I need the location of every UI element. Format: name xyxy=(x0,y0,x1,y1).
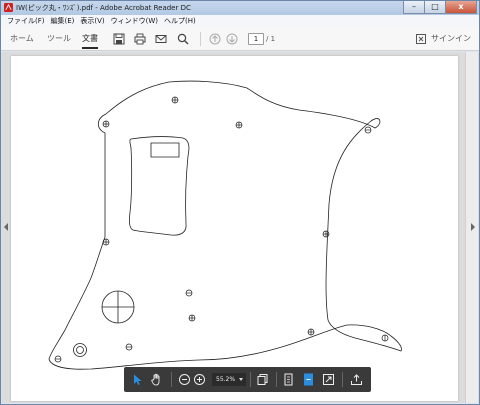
pickguard-drawing xyxy=(48,80,402,370)
document-view[interactable] xyxy=(1,52,479,403)
window-controls: – □ x xyxy=(403,1,477,14)
next-page-icon[interactable] xyxy=(226,33,238,45)
copy-pages-icon[interactable] xyxy=(256,373,269,386)
tab-tools[interactable]: ツール xyxy=(47,27,71,51)
menu-view[interactable]: 表示(V) xyxy=(77,15,107,27)
zoom-in-icon[interactable] xyxy=(193,373,206,386)
hand-tool-icon[interactable] xyxy=(150,373,163,386)
floating-toolbar-separator xyxy=(171,372,172,387)
close-panel-icon[interactable] xyxy=(415,33,427,45)
acrobat-app-icon xyxy=(4,3,13,12)
fit-page-icon[interactable] xyxy=(282,373,295,386)
left-pane-toggle-icon[interactable] xyxy=(3,222,9,232)
menu-help[interactable]: ヘルプ(H) xyxy=(161,15,199,27)
maximize-button[interactable]: □ xyxy=(424,1,446,14)
title-bar[interactable]: IW(ピック丸・ﾜﾝｽﾞ).pdf - Adobe Acrobat Reader… xyxy=(1,1,479,15)
main-toolbar: ホーム ツール 文書 1 / 1 サインイン xyxy=(1,27,479,51)
zoom-out-icon[interactable] xyxy=(178,373,191,386)
floating-toolbar-separator xyxy=(276,372,277,387)
close-button[interactable]: x xyxy=(445,1,477,14)
sign-in-link[interactable]: サインイン xyxy=(431,27,471,51)
floating-toolbar-separator xyxy=(342,372,343,387)
page-number-input[interactable]: 1 xyxy=(248,33,264,45)
menu-window[interactable]: ウィンドウ(W) xyxy=(108,15,161,27)
fit-width-icon[interactable] xyxy=(302,373,315,386)
minimize-button[interactable]: – xyxy=(403,1,425,14)
menu-file[interactable]: ファイル(F) xyxy=(4,15,48,27)
email-icon[interactable] xyxy=(155,33,167,45)
previous-page-icon[interactable] xyxy=(209,33,221,45)
select-tool-icon[interactable] xyxy=(131,373,144,386)
tab-home[interactable]: ホーム xyxy=(10,27,34,51)
pdf-page xyxy=(11,56,458,401)
page-total: / 1 xyxy=(266,35,276,43)
right-pane-toggle-icon[interactable] xyxy=(470,222,476,232)
acrobat-window: IW(ピック丸・ﾜﾝｽﾞ).pdf - Adobe Acrobat Reader… xyxy=(0,0,480,405)
print-icon[interactable] xyxy=(134,33,146,45)
menu-bar: ファイル(F) 編集(E) 表示(V) ウィンドウ(W) ヘルプ(H) xyxy=(1,15,479,27)
search-icon[interactable] xyxy=(177,33,189,45)
save-icon[interactable] xyxy=(113,33,125,45)
window-title: IW(ピック丸・ﾜﾝｽﾞ).pdf - Adobe Acrobat Reader… xyxy=(16,4,191,12)
floating-toolbar-separator xyxy=(250,372,251,387)
toolbar-separator xyxy=(200,32,201,46)
tab-document[interactable]: 文書 xyxy=(82,27,98,51)
zoom-dropdown-caret[interactable] xyxy=(239,378,243,381)
share-upload-icon[interactable] xyxy=(350,373,363,386)
floating-page-toolbar: 55.2% xyxy=(124,367,371,392)
menu-edit[interactable]: 編集(E) xyxy=(48,15,78,27)
full-screen-icon[interactable] xyxy=(322,373,335,386)
